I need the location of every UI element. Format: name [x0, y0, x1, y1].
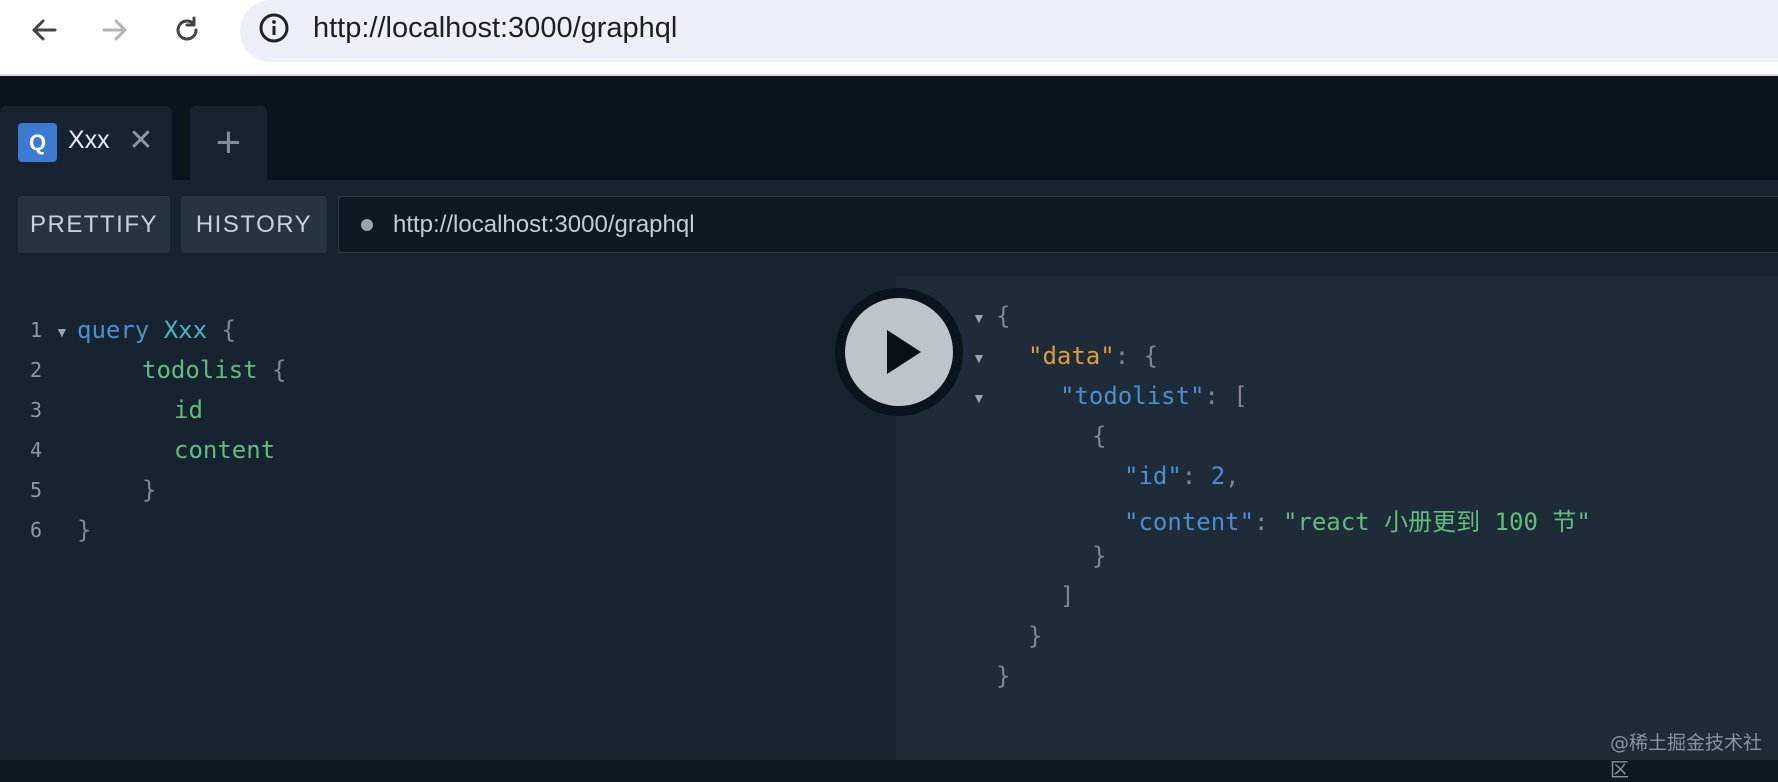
json-value-content: "react 小册更到 100 节" [1282, 508, 1591, 536]
json-line: } [996, 662, 1011, 690]
watermark: @稀土掘金技术社区 [1610, 732, 1763, 781]
json-line: ] [1060, 582, 1075, 610]
fold-arrow-icon[interactable]: ▼ [972, 310, 986, 326]
json-line: "todolist": [ [1060, 382, 1248, 410]
json-value-id: 2 [1210, 462, 1226, 490]
forward-icon[interactable] [95, 10, 135, 50]
code-line: todolist { [142, 356, 287, 384]
execute-query-button[interactable] [845, 298, 953, 406]
tab-title: Xxx [68, 126, 110, 154]
line-number: 5 [30, 478, 43, 502]
prettify-button[interactable]: PRETTIFY [18, 196, 170, 253]
close-icon[interactable]: ✕ [128, 124, 154, 158]
line-number: 1 [30, 318, 43, 342]
endpoint-input[interactable]: http://localhost:3000/graphql [338, 196, 1778, 253]
field-name: todolist [142, 356, 258, 384]
json-key-content: "content" [1124, 508, 1255, 536]
json-line: { [1092, 422, 1107, 450]
json-line: "id": 2, [1124, 462, 1240, 490]
line-number: 3 [30, 398, 43, 422]
browser-toolbar: http://localhost:3000/graphql [0, 0, 1778, 76]
toolbar: PRETTIFY HISTORY http://localhost:3000/g… [0, 180, 1778, 276]
result-viewer: ▼ ▼ ▼ { "data": { "todolist": [ { "id": … [896, 276, 1778, 760]
code-line: query Xxx { [77, 316, 236, 344]
json-line: } [1092, 542, 1107, 570]
history-button[interactable]: HISTORY [181, 196, 327, 253]
tab-xxx[interactable]: Q Xxx ✕ [0, 106, 172, 180]
json-key-todolist: "todolist" [1060, 382, 1205, 410]
subfield-id: id [174, 396, 203, 424]
json-line: "content": "react 小册更到 100 节" [1124, 508, 1591, 536]
endpoint-url[interactable]: http://localhost:3000/graphql [393, 211, 695, 239]
address-url[interactable]: http://localhost:3000/graphql [313, 12, 677, 45]
line-number: 4 [30, 438, 43, 462]
json-line: } [1028, 622, 1043, 650]
graphql-playground: Q Xxx ✕ + PRETTIFY HISTORY http://localh… [0, 76, 1778, 760]
back-icon[interactable] [24, 10, 64, 50]
operation-name: Xxx [163, 316, 208, 344]
json-line: "data": { [1028, 342, 1159, 370]
line-number: 6 [30, 518, 43, 542]
fold-arrow-icon[interactable]: ▼ [55, 324, 69, 340]
add-tab-button[interactable]: + [190, 106, 267, 180]
fold-arrow-icon[interactable]: ▼ [972, 350, 986, 366]
info-icon[interactable] [257, 11, 291, 45]
query-keyword: query [77, 316, 150, 344]
reload-icon[interactable] [167, 10, 207, 50]
query-badge: Q [18, 123, 57, 162]
json-key-data: "data" [1028, 342, 1115, 370]
play-icon [887, 330, 921, 374]
code-line: } [142, 476, 157, 504]
json-line: { [996, 302, 1011, 330]
status-dot-icon [361, 219, 373, 231]
line-number: 2 [30, 358, 43, 382]
fold-arrow-icon[interactable]: ▼ [972, 390, 986, 406]
subfield-content: content [174, 436, 276, 464]
query-editor[interactable]: 1 ▼ 2 3 4 5 6 query Xxx { todolist { id … [0, 276, 896, 760]
json-key-id: "id" [1124, 462, 1182, 490]
code-line: } [77, 516, 92, 544]
